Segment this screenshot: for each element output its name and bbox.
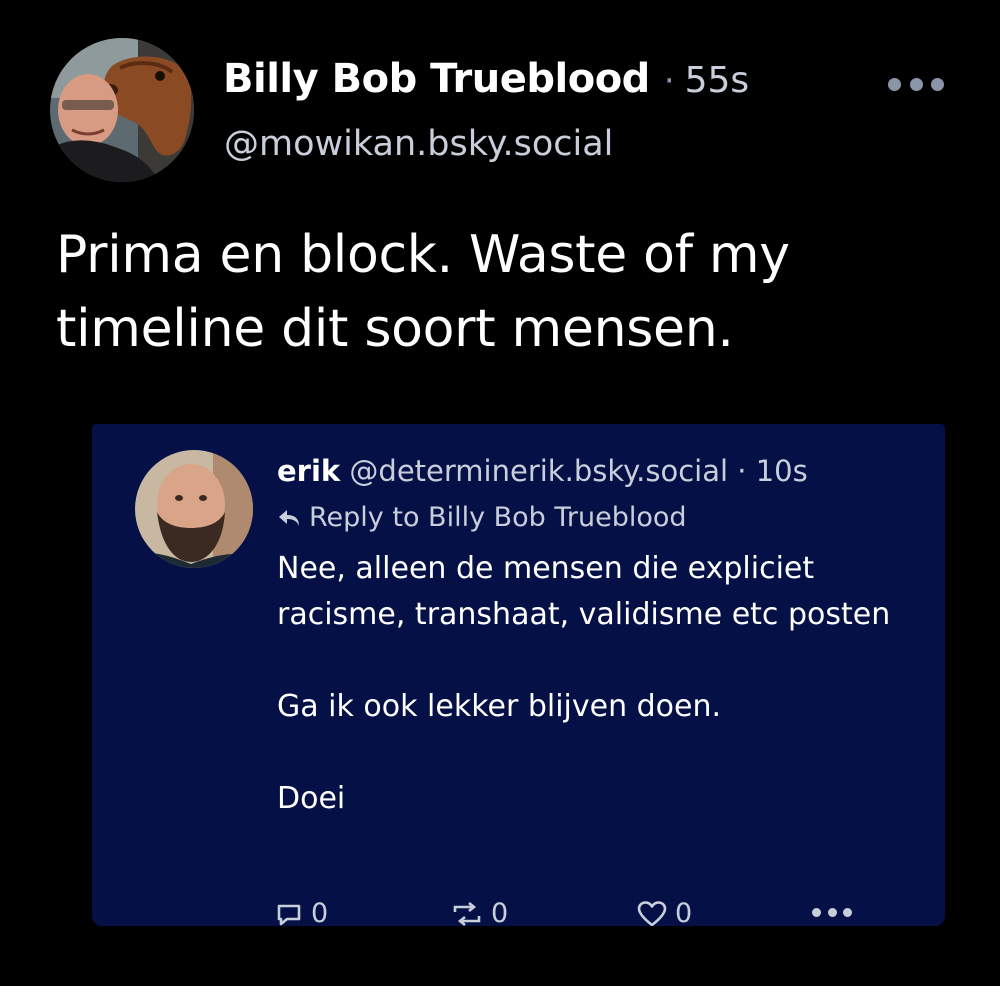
reply-button[interactable]: 0 [275,898,328,926]
repost-icon [453,901,481,926]
reply-arrow-icon [279,509,299,526]
author-avatar[interactable] [50,38,194,182]
post-text: Prima en block. Waste of my timeline dit… [56,225,790,359]
ellipsis-icon [812,908,821,917]
reply-context[interactable]: Reply to Billy Bob Trueblood [277,502,687,533]
reply-icon [277,904,301,925]
quoted-post-paragraph: Nee, alleen de mensen die expliciet raci… [277,551,891,632]
quoted-post-body: Nee, alleen de mensen die expliciet raci… [277,546,917,822]
quoted-post-card[interactable]: erik @determinerik.bsky.social · 10s Rep… [92,424,945,926]
ellipsis-icon [931,77,944,91]
ellipsis-icon [827,908,837,917]
repost-button[interactable]: 0 [451,898,508,926]
quoted-post-paragraph: Doei [277,781,346,816]
reply-count: 0 [311,898,329,926]
quoted-post-timestamp[interactable]: 10s [756,454,808,488]
quoted-more-options-button[interactable] [812,908,852,920]
quoted-author-name[interactable]: erik [277,454,340,488]
author-name[interactable]: Billy Bob Trueblood [223,56,650,102]
more-options-button[interactable] [888,64,944,104]
like-button[interactable]: 0 [637,898,692,926]
reply-to-label: Reply to Billy Bob Trueblood [309,502,687,533]
ellipsis-icon [843,908,852,917]
ellipsis-icon [888,77,901,91]
quoted-post-actions: 0 0 0 [275,898,875,926]
repost-count: 0 [491,898,509,926]
quoted-author-handle[interactable]: @determinerik.bsky.social [349,454,728,488]
post-author-row: Billy Bob Trueblood · 55s [223,56,749,102]
separator-dot: · [663,61,675,101]
separator-dot: · [737,454,747,488]
like-count: 0 [675,898,693,926]
quoted-post-paragraph: Ga ik ook lekker blijven doen. [277,689,722,724]
quoted-author-avatar[interactable] [135,450,253,568]
ellipsis-icon [909,77,923,91]
post-timestamp[interactable]: 55s [685,60,750,101]
quoted-post-header: erik @determinerik.bsky.social · 10s [277,454,808,488]
heart-icon [637,900,667,926]
author-handle[interactable]: @mowikan.bsky.social [224,124,613,164]
